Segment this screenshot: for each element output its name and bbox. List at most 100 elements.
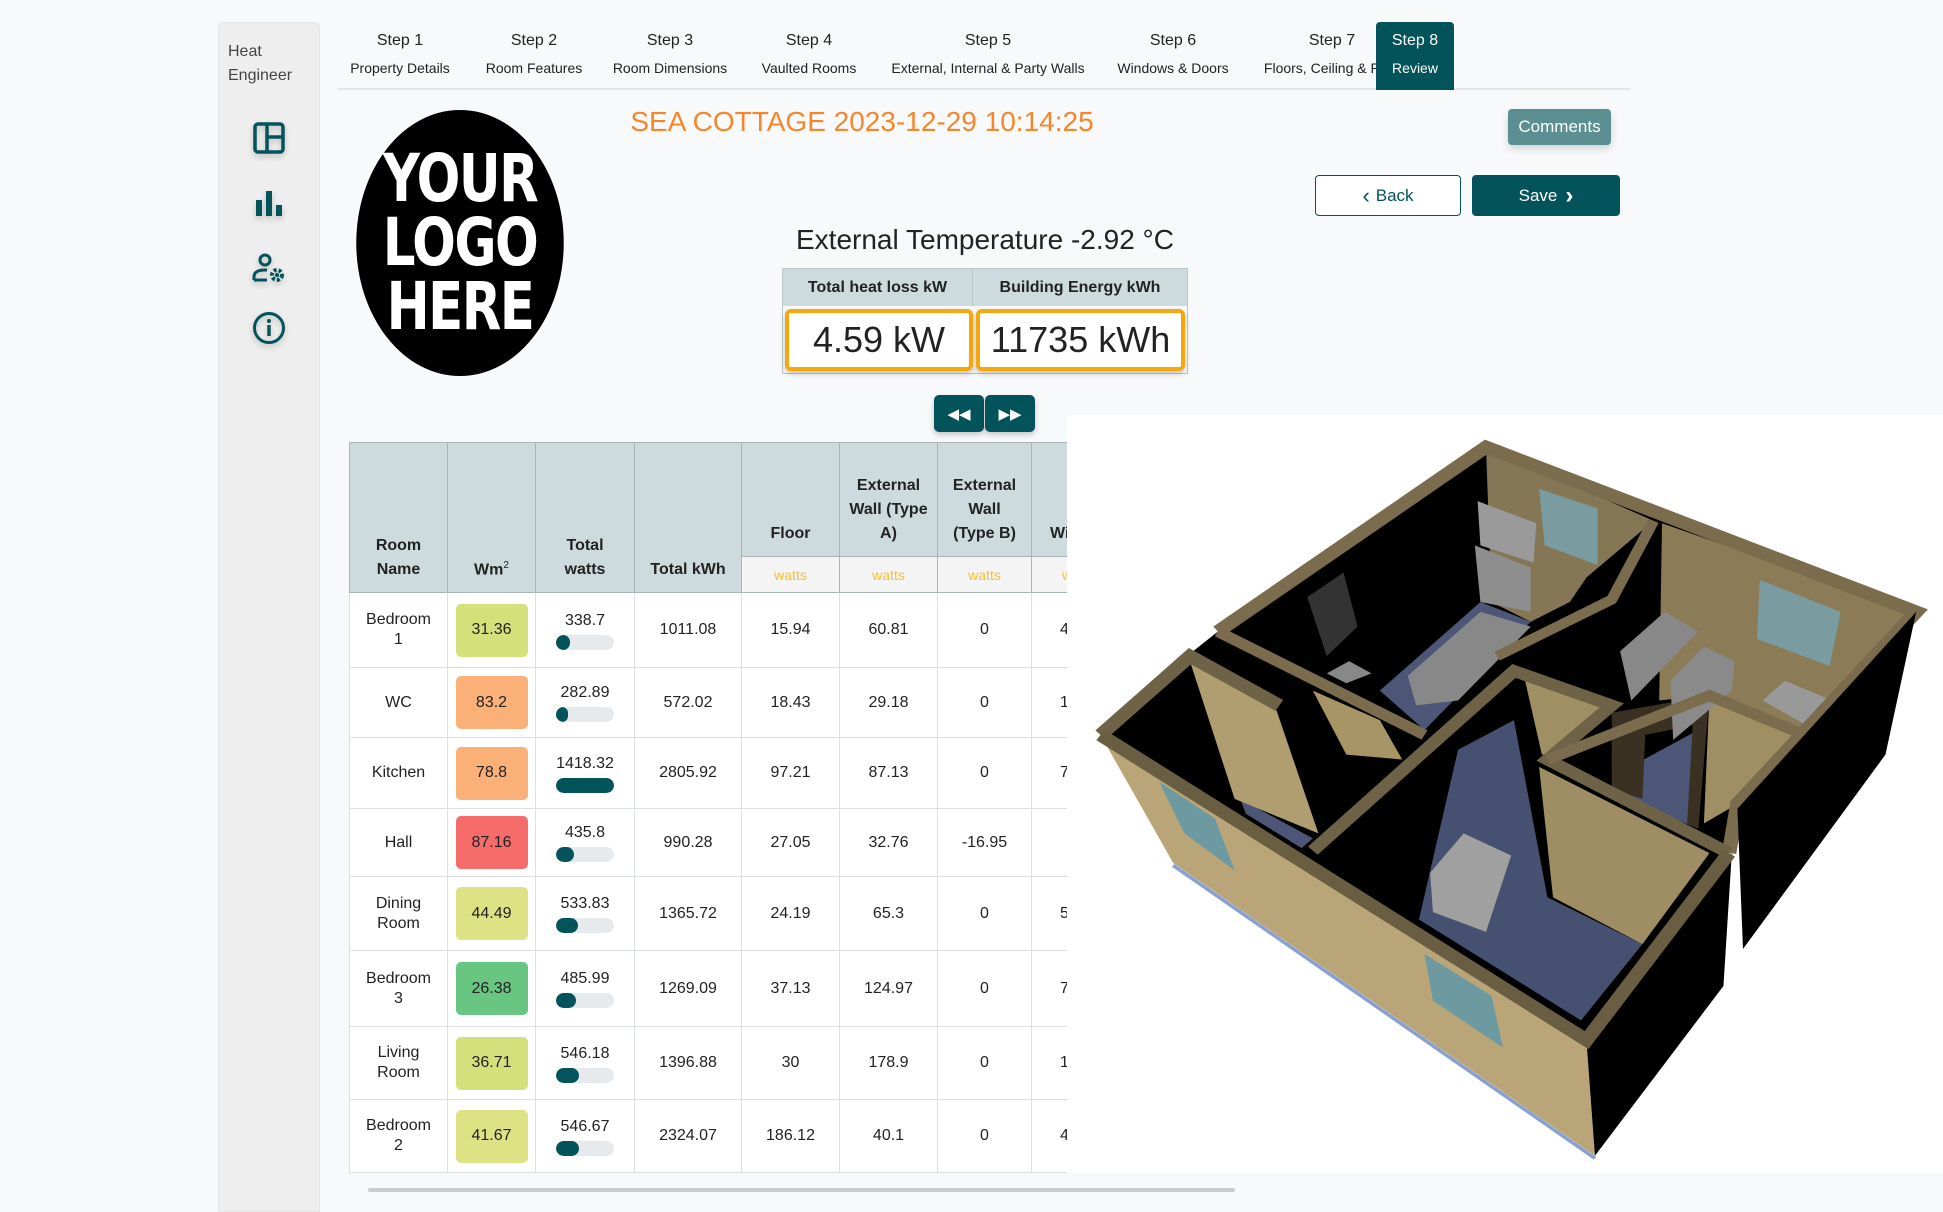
external-wall-a-cell: 60.81 bbox=[839, 592, 938, 668]
table-row: Bedroom 3 26.38 485.99 1269.09 37.13 124.97 0 7 bbox=[349, 950, 1110, 1027]
rewind-icon: ◀◀ bbox=[947, 405, 971, 423]
total-kwh-cell: 1365.72 bbox=[634, 876, 742, 951]
room-name: Hall bbox=[349, 808, 448, 877]
external-wall-b-cell: 0 bbox=[937, 1099, 1032, 1173]
total-kwh-cell: 1269.09 bbox=[634, 950, 742, 1027]
header-room-name: Room Name bbox=[349, 442, 448, 593]
back-button[interactable]: ‹ Back bbox=[1315, 175, 1461, 216]
wm2-label: Wm bbox=[474, 561, 504, 578]
watts-progress-bar bbox=[556, 634, 614, 650]
watts-progress-bar bbox=[556, 918, 614, 933]
room-heat-loss-table: Room Name Wm2 Total watts Total kWh Floo… bbox=[349, 442, 1110, 1173]
watts-progress-fill bbox=[556, 1067, 579, 1083]
external-wall-b-cell: 0 bbox=[937, 737, 1032, 809]
floor-cell: 24.19 bbox=[741, 876, 840, 951]
total-watts-value: 1418.32 bbox=[556, 754, 614, 772]
floor-cell: 37.13 bbox=[741, 950, 840, 1027]
user-settings-icon[interactable] bbox=[250, 249, 288, 287]
logo-line: LOGO bbox=[382, 204, 539, 281]
wm2-badge: 78.8 bbox=[455, 746, 528, 800]
watts-progress-fill bbox=[556, 993, 576, 1008]
external-wall-a-cell: 124.97 bbox=[839, 950, 938, 1027]
watts-progress-fill bbox=[556, 707, 568, 722]
wm2-cell: 44.49 bbox=[447, 876, 536, 951]
tab-step-number: Step 8 bbox=[1391, 32, 1439, 49]
wm2-cell: 87.16 bbox=[447, 808, 536, 877]
watts-progress-fill bbox=[556, 847, 574, 862]
total-watts-value: 533.83 bbox=[560, 895, 610, 912]
tab-step-5[interactable]: Step 5 External, Internal & Party Walls bbox=[884, 22, 1092, 90]
total-watts-cell: 338.7 bbox=[535, 592, 635, 668]
table-row: Bedroom 2 41.67 546.67 2324.07 186.12 40.1 0 4 bbox=[349, 1099, 1110, 1173]
previous-button[interactable]: ◀◀ bbox=[934, 395, 984, 432]
watts-progress-fill bbox=[556, 1140, 579, 1156]
tab-step-1[interactable]: Step 1 Property Details bbox=[338, 22, 462, 90]
tab-step-label: External, Internal & Party Walls bbox=[891, 60, 1085, 76]
room-name: Living Room bbox=[349, 1026, 448, 1100]
table-row: WC 83.2 282.89 572.02 18.43 29.18 0 1 bbox=[349, 667, 1110, 738]
back-label: Back bbox=[1375, 185, 1414, 205]
step-tabs: Step 1 Property Details Step 2 Room Featur… bbox=[338, 22, 1630, 90]
floor-cell: 27.05 bbox=[741, 808, 840, 877]
next-button[interactable]: ▶▶ bbox=[985, 395, 1035, 432]
info-icon[interactable] bbox=[250, 309, 288, 347]
room-name: Dining Room bbox=[349, 876, 448, 951]
tab-step-8[interactable]: Step 8 Review bbox=[1376, 22, 1454, 90]
floor-cell: 18.43 bbox=[741, 667, 840, 738]
energy-header: Building Energy kWh bbox=[973, 269, 1187, 306]
total-watts-value: 338.7 bbox=[564, 611, 606, 629]
tab-step-number: Step 4 bbox=[785, 32, 833, 49]
total-watts-value: 282.89 bbox=[560, 684, 610, 701]
watts-progress-fill bbox=[556, 634, 570, 650]
external-wall-a-cell: 40.1 bbox=[839, 1099, 938, 1173]
floor-cell: 15.94 bbox=[741, 592, 840, 668]
comments-button[interactable]: Comments bbox=[1508, 109, 1611, 145]
external-wall-b-cell: 0 bbox=[937, 592, 1032, 668]
3d-building-viewer[interactable] bbox=[1067, 415, 1943, 1173]
watts-progress-bar bbox=[556, 993, 614, 1008]
tab-step-label: Windows & Doors bbox=[1117, 60, 1229, 76]
total-kwh-cell: 2324.07 bbox=[634, 1099, 742, 1173]
room-name: Bedroom 3 bbox=[349, 950, 448, 1027]
header-total-kwh: Total kWh bbox=[634, 442, 742, 593]
bar-chart-icon[interactable] bbox=[250, 184, 288, 222]
watts-progress-bar bbox=[556, 707, 614, 722]
tab-step-number: Step 1 bbox=[376, 32, 424, 49]
wm2-cell: 78.8 bbox=[447, 737, 536, 809]
tab-step-6[interactable]: Step 6 Windows & Doors bbox=[1108, 22, 1238, 90]
tab-step-label: Review bbox=[1392, 60, 1438, 76]
unit-external-wall-b: watts bbox=[937, 556, 1032, 593]
header-wm2: Wm2 bbox=[447, 442, 536, 593]
tab-step-4[interactable]: Step 4 Vaulted Rooms bbox=[748, 22, 870, 90]
brand-logo-broken-image[interactable]: Heat Engineer bbox=[228, 40, 318, 88]
table-row: Dining Room 44.49 533.83 1365.72 24.19 65.3 0 5 bbox=[349, 876, 1110, 951]
horizontal-scrollbar[interactable] bbox=[368, 1188, 1235, 1192]
header-total-watts: Total watts bbox=[535, 442, 635, 593]
wm2-badge: 44.49 bbox=[455, 887, 528, 940]
tab-step-label: Vaulted Rooms bbox=[761, 60, 857, 76]
tab-step-number: Step 3 bbox=[646, 32, 694, 49]
room-name: Bedroom 2 bbox=[349, 1099, 448, 1173]
total-kwh-cell: 1396.88 bbox=[634, 1026, 742, 1100]
wm2-badge: 83.2 bbox=[455, 676, 528, 729]
table-row: Hall 87.16 435.8 990.28 27.05 32.76 -16.95 bbox=[349, 808, 1110, 877]
external-wall-b-cell: 0 bbox=[937, 667, 1032, 738]
total-watts-cell: 1418.32 bbox=[535, 737, 635, 809]
external-wall-a-cell: 65.3 bbox=[839, 876, 938, 951]
tab-step-2[interactable]: Step 2 Room Features bbox=[472, 22, 596, 90]
watts-progress-bar bbox=[556, 777, 614, 793]
table-row: Bedroom 1 31.36 338.7 1011.08 15.94 60.81 0 4 bbox=[349, 592, 1110, 668]
dashboard-layout-icon[interactable] bbox=[250, 119, 288, 157]
tab-step-3[interactable]: Step 3 Room Dimensions bbox=[606, 22, 734, 90]
chevron-left-icon: ‹ bbox=[1362, 182, 1370, 208]
wm2-badge: 36.71 bbox=[455, 1036, 528, 1090]
total-kwh-cell: 572.02 bbox=[634, 667, 742, 738]
wm2-cell: 83.2 bbox=[447, 667, 536, 738]
save-button[interactable]: Save › bbox=[1472, 175, 1620, 216]
external-wall-a-cell: 29.18 bbox=[839, 667, 938, 738]
logo-line: YOUR bbox=[382, 140, 539, 217]
external-wall-a-cell: 32.76 bbox=[839, 808, 938, 877]
logo-line: HERE bbox=[386, 268, 535, 345]
wm2-cell: 31.36 bbox=[447, 592, 536, 668]
tab-step-number: Step 2 bbox=[510, 32, 558, 49]
